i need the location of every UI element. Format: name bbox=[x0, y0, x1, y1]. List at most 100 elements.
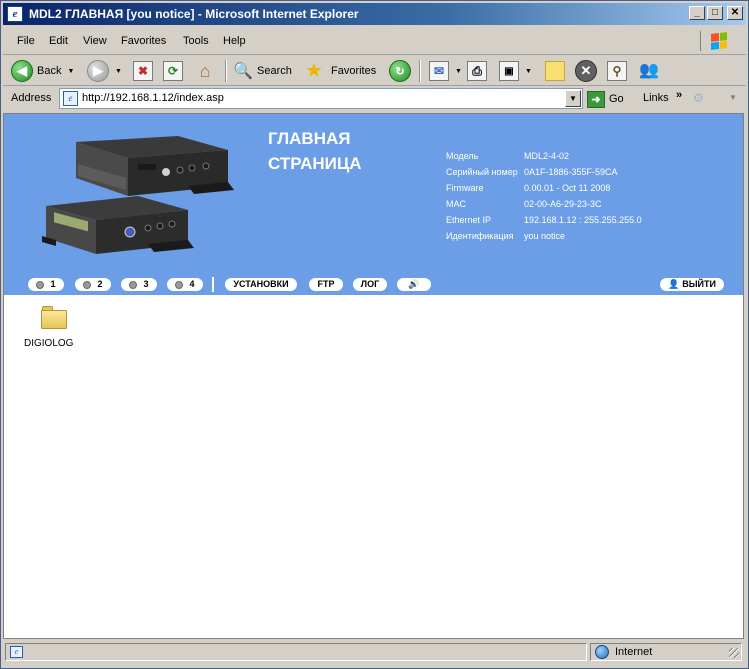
info-row-ip: Ethernet IP 192.168.1.12 : 255.255.255.0 bbox=[446, 212, 642, 228]
address-label: Address bbox=[11, 92, 52, 104]
speaker-icon: 🔊 bbox=[408, 279, 420, 289]
info-value: you notice bbox=[524, 231, 566, 241]
info-key: Модель bbox=[446, 151, 479, 161]
stop-icon: ✖ bbox=[133, 61, 153, 81]
minimize-button[interactable]: _ bbox=[689, 6, 705, 20]
edit-dropdown-icon[interactable]: ▼ bbox=[525, 68, 532, 75]
print-button[interactable]: ⎙ bbox=[467, 59, 487, 83]
channel-led-icon bbox=[175, 280, 184, 289]
back-dropdown-icon[interactable]: ▼ bbox=[67, 68, 74, 75]
messenger-icon: 👥 bbox=[639, 62, 659, 79]
channel-3-button[interactable]: 3 bbox=[121, 278, 157, 291]
links-button[interactable]: Links bbox=[643, 92, 669, 104]
go-label: Go bbox=[609, 93, 624, 105]
home-button[interactable]: ⌂ bbox=[195, 59, 215, 83]
menu-edit[interactable]: Edit bbox=[49, 35, 68, 47]
info-value: 0.00.01 - Oct 11 2008 bbox=[524, 183, 611, 193]
folder-label: DIGIOLOG bbox=[24, 338, 74, 349]
user-icon: 👤 bbox=[668, 279, 680, 289]
research-button[interactable]: ⚲ bbox=[607, 59, 627, 83]
info-value: 0A1F-1886-355F-59CA bbox=[524, 167, 618, 177]
url-text[interactable]: http://192.168.1.12/index.asp bbox=[82, 92, 224, 104]
sound-button[interactable]: 🔊 bbox=[397, 278, 431, 291]
info-row-model: Модель MDL2-4-02 bbox=[446, 148, 642, 164]
mail-button[interactable]: ✉ ▼ bbox=[429, 59, 462, 83]
globe-icon bbox=[595, 645, 609, 659]
info-key: Ethernet IP bbox=[446, 215, 492, 225]
favorites-label: Favorites bbox=[331, 65, 377, 77]
address-input[interactable]: e http://192.168.1.12/index.asp ▼ bbox=[59, 88, 583, 109]
settings-button[interactable]: УСТАНОВКИ bbox=[225, 278, 297, 291]
channel-led-icon bbox=[129, 280, 138, 289]
links-dropdown-icon[interactable]: ▼ bbox=[729, 93, 737, 102]
refresh-icon: ⟳ bbox=[163, 61, 183, 81]
standard-toolbar: ◀ Back ▼ ▶ ▼ ✖ ⟳ ⌂ 🔍 Search ★ Favorites … bbox=[3, 56, 746, 86]
search-label: Search bbox=[257, 65, 292, 77]
logout-label: ВЫЙТИ bbox=[682, 279, 716, 289]
ftp-button[interactable]: FTP bbox=[309, 278, 343, 291]
maximize-button[interactable]: □ bbox=[707, 6, 723, 20]
favorites-button[interactable]: ★ Favorites bbox=[305, 59, 376, 83]
menu-tools[interactable]: Tools bbox=[183, 35, 209, 47]
info-key: Firmware bbox=[446, 183, 484, 193]
device-info-table: Модель MDL2-4-02 Серийный номер 0A1F-188… bbox=[446, 148, 642, 244]
edit-page-icon: ▣ bbox=[499, 61, 519, 81]
print-icon: ⎙ bbox=[467, 61, 487, 81]
chevron-icon[interactable]: » bbox=[676, 89, 682, 101]
channel-led-icon bbox=[83, 280, 92, 289]
links-toolbar-icon[interactable]: ⚙ bbox=[693, 91, 704, 105]
discuss-button[interactable] bbox=[545, 59, 565, 83]
ie-logo-icon: e bbox=[7, 6, 23, 22]
info-row-firmware: Firmware 0.00.01 - Oct 11 2008 bbox=[446, 180, 642, 196]
go-arrow-icon: ➜ bbox=[587, 90, 605, 108]
resize-grip[interactable] bbox=[729, 648, 739, 658]
title-bar[interactable]: e MDL2 ГЛАВНАЯ [you notice] - Microsoft … bbox=[3, 3, 746, 25]
edit-button[interactable]: ▣ ▼ bbox=[499, 59, 532, 83]
menu-file[interactable]: File bbox=[17, 35, 35, 47]
info-key: MAC bbox=[446, 199, 466, 209]
channel-2-button[interactable]: 2 bbox=[75, 278, 111, 291]
log-button[interactable]: ЛОГ bbox=[353, 278, 387, 291]
toolbar-separator bbox=[225, 60, 227, 82]
menu-favorites[interactable]: Favorites bbox=[121, 35, 166, 47]
block-button[interactable]: ✕ bbox=[575, 59, 597, 83]
browser-window: e MDL2 ГЛАВНАЯ [you notice] - Microsoft … bbox=[0, 0, 749, 669]
home-icon: ⌂ bbox=[199, 60, 211, 81]
page-icon: e bbox=[63, 91, 78, 106]
forward-arrow-icon: ▶ bbox=[87, 60, 109, 82]
address-dropdown-icon[interactable]: ▼ bbox=[565, 90, 581, 107]
forward-dropdown-icon[interactable]: ▼ bbox=[115, 68, 122, 75]
refresh-button[interactable]: ⟳ bbox=[163, 59, 183, 83]
close-button[interactable]: ✕ bbox=[727, 6, 743, 20]
folder-digiolog[interactable]: DIGIOLOG bbox=[24, 306, 84, 349]
mail-icon: ✉ bbox=[429, 61, 449, 81]
back-label: Back bbox=[37, 65, 62, 77]
channel-1-button[interactable]: 1 bbox=[28, 278, 64, 291]
info-value: 192.168.1.12 : 255.255.255.0 bbox=[524, 215, 642, 225]
device-image bbox=[42, 136, 234, 254]
logout-button[interactable]: 👤 ВЫЙТИ bbox=[660, 278, 724, 291]
messenger-button[interactable]: 👥 bbox=[639, 59, 661, 83]
menu-help[interactable]: Help bbox=[223, 35, 246, 47]
go-button[interactable]: ➜ Go bbox=[587, 90, 624, 108]
channel-2-label: 2 bbox=[97, 279, 103, 289]
page-title-line1: ГЛАВНАЯ bbox=[268, 129, 351, 148]
mail-dropdown-icon[interactable]: ▼ bbox=[455, 68, 462, 75]
page-title: ГЛАВНАЯ СТРАНИЦА bbox=[268, 126, 362, 176]
info-key: Идентификация bbox=[446, 231, 514, 241]
note-icon bbox=[545, 61, 565, 81]
forward-button[interactable]: ▶ ▼ bbox=[87, 59, 122, 83]
zone-cell: Internet bbox=[590, 643, 742, 661]
search-button[interactable]: 🔍 Search bbox=[233, 59, 292, 83]
nav-strip: 1 2 3 4 УСТАНОВКИ FTP ЛОГ 🔊 👤 ВЫЙТИ bbox=[4, 276, 743, 294]
back-button[interactable]: ◀ Back ▼ bbox=[11, 59, 74, 83]
folder-icon bbox=[40, 306, 68, 330]
page-content: ГЛАВНАЯ СТРАНИЦА Модель MDL2-4-02 Серийн… bbox=[3, 113, 744, 639]
history-button[interactable]: ↻ bbox=[389, 59, 411, 83]
research-icon: ⚲ bbox=[607, 61, 627, 81]
channel-4-button[interactable]: 4 bbox=[167, 278, 203, 291]
menu-view[interactable]: View bbox=[83, 35, 107, 47]
info-row-mac: MAC 02-00-A6-29-23-3C bbox=[446, 196, 642, 212]
stop-button[interactable]: ✖ bbox=[133, 59, 153, 83]
info-row-identification: Идентификация you notice bbox=[446, 228, 642, 244]
